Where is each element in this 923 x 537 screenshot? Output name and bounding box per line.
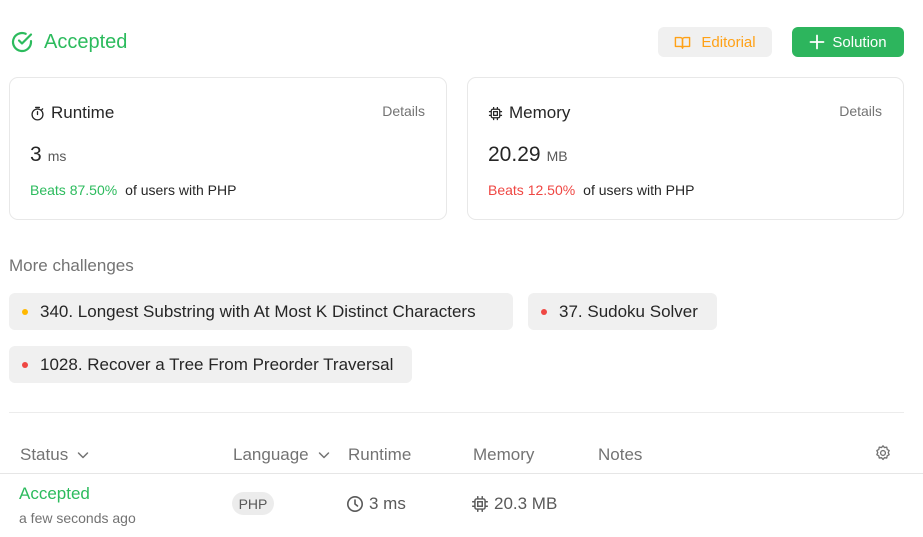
column-header-runtime: Runtime xyxy=(348,445,412,464)
runtime-card-title: Runtime xyxy=(30,103,114,123)
memory-number: 20.29 xyxy=(488,143,541,166)
challenge-title: 37. Sudoku Solver xyxy=(559,301,698,321)
editorial-button[interactable]: Editorial xyxy=(658,27,772,57)
challenge-title: 340. Longest Substring with At Most K Di… xyxy=(40,301,476,321)
submission-time: a few seconds ago xyxy=(19,510,136,526)
runtime-value: 3 ms xyxy=(30,143,66,167)
row-runtime: 3 ms xyxy=(346,494,406,514)
memory-beats-text: of users with PHP xyxy=(583,182,695,198)
editorial-label: Editorial xyxy=(701,33,756,51)
submission-header: Accepted Editorial Solution xyxy=(10,27,904,59)
plus-icon xyxy=(809,34,825,50)
column-header-notes: Notes xyxy=(598,445,643,464)
memory-card[interactable]: Memory Details 20.29 MB Beats 12.50% of us… xyxy=(467,77,904,220)
memory-beats: Beats 12.50% of users with PHP xyxy=(488,182,694,198)
chip-icon xyxy=(488,106,503,120)
runtime-title-text: Runtime xyxy=(51,103,115,122)
column-header-memory: Memory xyxy=(473,445,535,464)
solution-label: Solution xyxy=(832,33,887,51)
runtime-unit: ms xyxy=(47,148,67,164)
row-runtime-value: 3 ms xyxy=(369,494,406,513)
runtime-beats: Beats 87.50% of users with PHP xyxy=(30,182,236,198)
runtime-number: 3 xyxy=(30,143,42,166)
memory-card-title: Memory xyxy=(488,103,570,123)
difficulty-hard-dot xyxy=(541,308,547,315)
memory-details-link[interactable]: Details xyxy=(839,103,882,119)
section-divider xyxy=(9,412,904,413)
language-header-label: Language xyxy=(233,445,309,464)
row-memory-value: 20.3 MB xyxy=(494,494,558,513)
challenge-chip[interactable]: 340. Longest Substring with At Most K Di… xyxy=(9,293,513,330)
table-header-divider xyxy=(0,473,923,474)
more-challenges-heading: More challenges xyxy=(9,256,134,275)
challenge-chip[interactable]: 37. Sudoku Solver xyxy=(528,293,717,330)
challenge-chip[interactable]: 1028. Recover a Tree From Preorder Trave… xyxy=(9,346,412,383)
check-circle-icon xyxy=(11,31,33,53)
memory-unit: MB xyxy=(546,148,568,164)
memory-title-text: Memory xyxy=(509,103,571,122)
memory-beats-percent: Beats 12.50% xyxy=(488,182,576,198)
clock-icon xyxy=(347,496,363,512)
chip-icon xyxy=(472,496,488,512)
submission-status: Accepted xyxy=(10,30,127,54)
chevron-down-icon xyxy=(318,452,329,459)
language-badge: PHP xyxy=(232,492,274,515)
stopwatch-icon xyxy=(31,106,44,121)
submission-status-link[interactable]: Accepted xyxy=(19,484,90,504)
status-accepted-label: Accepted xyxy=(44,30,128,53)
difficulty-medium-dot xyxy=(22,308,28,315)
column-header-language[interactable]: Language xyxy=(233,445,331,465)
runtime-beats-text: of users with PHP xyxy=(125,182,237,198)
difficulty-hard-dot xyxy=(22,361,28,368)
status-header-label: Status xyxy=(20,445,69,464)
memory-value: 20.29 MB xyxy=(488,143,568,167)
runtime-card[interactable]: Runtime Details 3 ms Beats 87.50% of users… xyxy=(9,77,447,220)
add-solution-button[interactable]: Solution xyxy=(792,27,904,57)
chevron-down-icon xyxy=(77,452,89,459)
gear-icon[interactable] xyxy=(874,444,892,462)
column-header-status[interactable]: Status xyxy=(20,445,90,465)
runtime-beats-percent: Beats 87.50% xyxy=(30,182,118,198)
book-icon xyxy=(675,36,691,49)
row-memory: 20.3 MB xyxy=(471,494,557,514)
runtime-details-link[interactable]: Details xyxy=(382,103,425,119)
challenge-title: 1028. Recover a Tree From Preorder Trave… xyxy=(40,354,394,374)
